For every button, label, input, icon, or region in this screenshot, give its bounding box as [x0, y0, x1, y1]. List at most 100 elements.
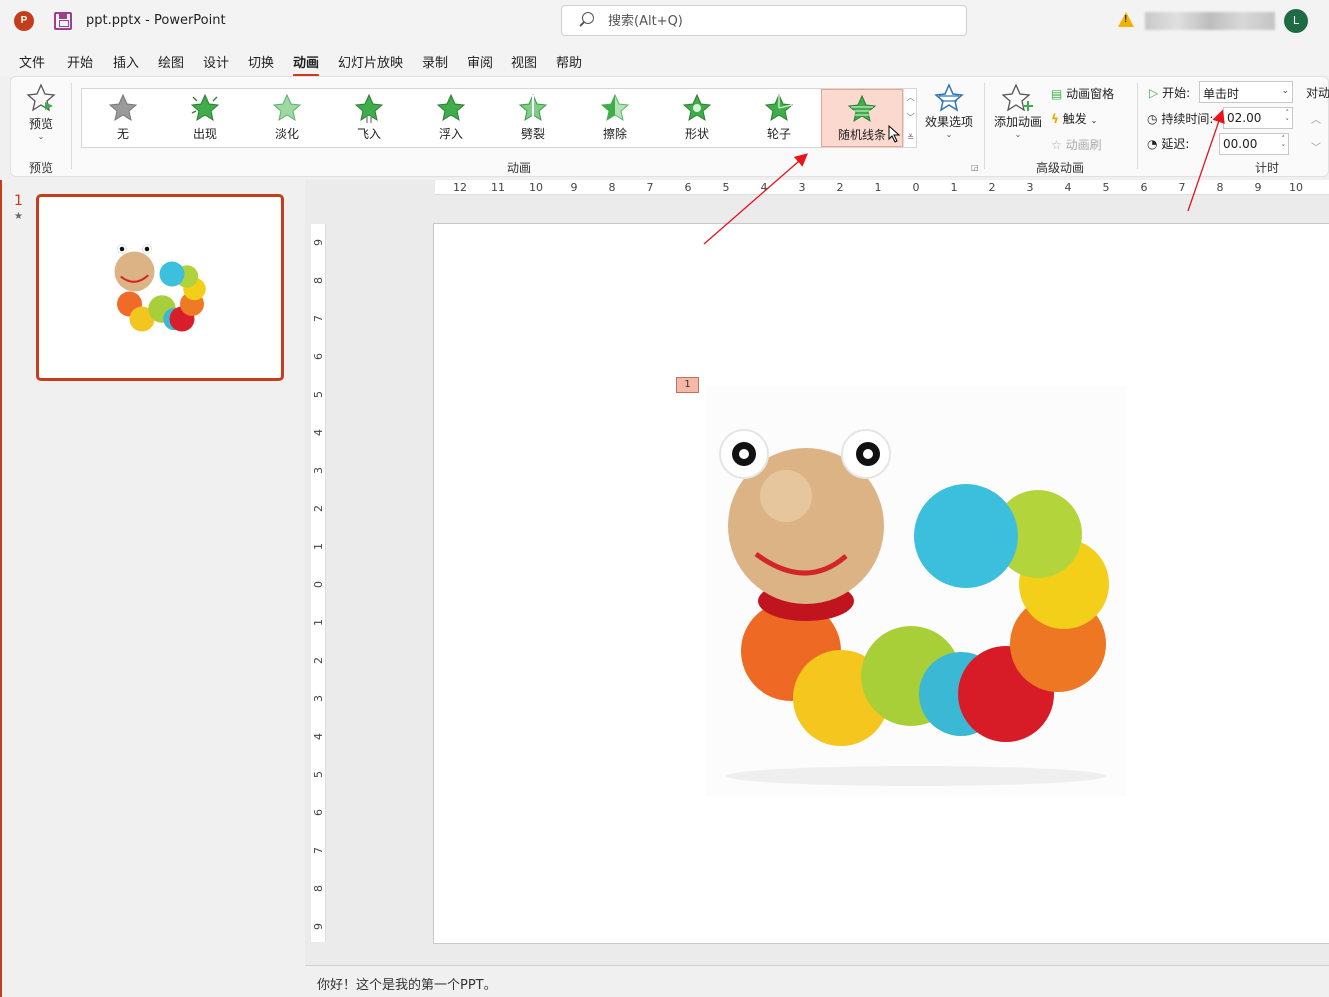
- animation-fly-in[interactable]: 飞入: [328, 89, 410, 147]
- animation-pane-icon: ▤: [1051, 87, 1063, 101]
- delay-input[interactable]: 00.00 ˄ ˅: [1219, 133, 1289, 155]
- start-select[interactable]: 单击时 ⌄: [1199, 81, 1293, 103]
- animation-painter-label: 动画刷: [1065, 138, 1102, 152]
- save-icon[interactable]: [54, 12, 72, 30]
- duration-value: 02.00: [1227, 111, 1262, 125]
- add-animation-button[interactable]: 添加动画 ⌄: [991, 83, 1045, 139]
- tab-animations[interactable]: 动画: [293, 52, 320, 77]
- animation-appear[interactable]: 出现: [164, 89, 246, 147]
- star-shape-icon: [682, 93, 712, 122]
- animation-float-in[interactable]: 浮入: [410, 89, 492, 147]
- animation-shape[interactable]: 形状: [656, 89, 738, 147]
- group-label-animation: 动画: [507, 161, 532, 175]
- tab-transitions[interactable]: 切换: [248, 52, 274, 71]
- dialog-launcher-icon[interactable]: ◲: [971, 163, 979, 172]
- gallery-scroll[interactable]: ︿ ﹀ ≚: [903, 88, 917, 148]
- title-bar: P ppt.pptx - PowerPoint L: [0, 0, 1329, 42]
- search-icon: [582, 12, 594, 24]
- spin-arrows-icon[interactable]: ˄ ˅: [1286, 109, 1290, 127]
- ribbon: 预览 ⌄ 预览 无 出现 淡化 飞入 浮入 劈裂 擦除 形状 轮子 随机线条 ︿…: [10, 76, 1329, 177]
- slide-thumbnail-pane: 1 ★: [0, 180, 304, 997]
- tab-help[interactable]: 帮助: [556, 52, 582, 71]
- tab-view[interactable]: 视图: [511, 52, 537, 71]
- reorder-animation-label: 对动: [1306, 86, 1329, 100]
- ribbon-scroll-icons[interactable]: ︿ ﹀: [1311, 107, 1321, 163]
- ruler-tick-label: 0: [912, 181, 920, 194]
- account-name-blurred[interactable]: [1145, 12, 1275, 30]
- gallery-more-icon[interactable]: ≚: [904, 128, 917, 148]
- ruler-tick-label: 5: [312, 771, 325, 778]
- caterpillar-image[interactable]: [706, 386, 1126, 796]
- animation-label: 劈裂: [520, 127, 545, 141]
- scroll-down-icon[interactable]: ﹀: [904, 108, 917, 128]
- search-box[interactable]: [561, 5, 967, 36]
- tab-file[interactable]: 文件: [19, 52, 45, 71]
- duration-label: 持续时间:: [1161, 112, 1214, 126]
- ruler-tick-label: 3: [312, 467, 325, 474]
- star-wipe-icon: [600, 93, 630, 122]
- animation-split[interactable]: 劈裂: [492, 89, 574, 147]
- warning-icon[interactable]: [1118, 12, 1134, 27]
- play-icon: ▷: [1149, 86, 1159, 100]
- tab-review[interactable]: 审阅: [467, 52, 493, 71]
- animation-label: 擦除: [602, 127, 627, 141]
- notes-pane[interactable]: 你好！这个是我的第一个PPT。: [305, 965, 1329, 997]
- ruler-tick-label: 1: [312, 543, 325, 550]
- tab-home[interactable]: 开始: [67, 52, 93, 71]
- tab-design[interactable]: 设计: [203, 52, 229, 71]
- tab-slideshow[interactable]: 幻灯片放映: [338, 52, 403, 71]
- ruler-tick-label: 6: [1140, 181, 1148, 194]
- notes-text[interactable]: 你好！这个是我的第一个PPT。: [317, 974, 497, 993]
- ruler-tick-label: 4: [760, 181, 768, 194]
- effect-options-label: 效果选项: [924, 115, 973, 129]
- spin-arrows-icon[interactable]: ˄ ˅: [1282, 135, 1286, 153]
- delay-label-row: ◔ 延迟:: [1147, 135, 1189, 152]
- animation-label: 无: [116, 127, 129, 141]
- ruler-tick-label: 7: [646, 181, 654, 194]
- animation-wheel[interactable]: 轮子: [738, 89, 820, 147]
- tab-insert[interactable]: 插入: [113, 52, 139, 71]
- preview-button[interactable]: 预览 ⌄: [19, 83, 63, 155]
- ruler-tick-label: 10: [1289, 181, 1303, 194]
- delay-label: 延迟:: [1161, 137, 1190, 151]
- animation-random-bars[interactable]: 随机线条: [821, 89, 903, 147]
- horizontal-ruler: 1211109876543210123456789101: [435, 180, 1329, 195]
- animation-order-tag[interactable]: 1: [676, 377, 699, 393]
- chevron-down-icon: ⌄: [1014, 130, 1022, 139]
- chevron-down-icon: ⌄: [945, 130, 953, 139]
- ruler-tick-label: 2: [312, 657, 325, 664]
- animation-label: 形状: [684, 127, 709, 141]
- tab-record[interactable]: 录制: [422, 52, 448, 71]
- scroll-up-icon[interactable]: ︿: [904, 88, 917, 108]
- trigger-button[interactable]: ϟ 触发 ⌄: [1051, 110, 1097, 127]
- ruler-tick-label: 3: [1026, 181, 1034, 194]
- slide-number: 1: [14, 193, 23, 209]
- slide-thumbnail[interactable]: [36, 194, 284, 381]
- star-float-icon: [436, 93, 466, 122]
- ruler-tick-label: 12: [453, 181, 467, 194]
- star-fade-icon: [272, 93, 302, 122]
- animation-marker-icon: ★: [14, 211, 23, 222]
- separator: [984, 83, 985, 169]
- animation-pane-button[interactable]: ▤ 动画窗格: [1051, 85, 1114, 102]
- animation-painter-button[interactable]: ☆ 动画刷: [1051, 136, 1102, 153]
- ruler-tick-label: 1: [1324, 181, 1329, 194]
- ruler-tick-label: 7: [312, 315, 325, 322]
- powerpoint-logo-icon: P: [14, 11, 34, 31]
- ruler-tick-label: 6: [684, 181, 692, 194]
- duration-input[interactable]: 02.00 ˄ ˅: [1223, 107, 1293, 129]
- ruler-tick-label: 10: [529, 181, 543, 194]
- mouse-cursor-icon: [888, 125, 901, 143]
- add-animation-label: 添加动画: [993, 115, 1042, 129]
- effect-options-button[interactable]: 效果选项 ⌄: [923, 83, 975, 139]
- tab-draw[interactable]: 绘图: [158, 52, 184, 71]
- slide-canvas[interactable]: [433, 223, 1329, 944]
- star-fly-icon: [354, 93, 384, 123]
- animation-none[interactable]: 无: [82, 89, 164, 147]
- preview-star-icon: [26, 83, 56, 112]
- delay-value: 00.00: [1223, 137, 1258, 151]
- animation-fade[interactable]: 淡化: [246, 89, 328, 147]
- search-input[interactable]: [608, 11, 948, 31]
- avatar[interactable]: L: [1284, 9, 1308, 33]
- animation-wipe[interactable]: 擦除: [574, 89, 656, 147]
